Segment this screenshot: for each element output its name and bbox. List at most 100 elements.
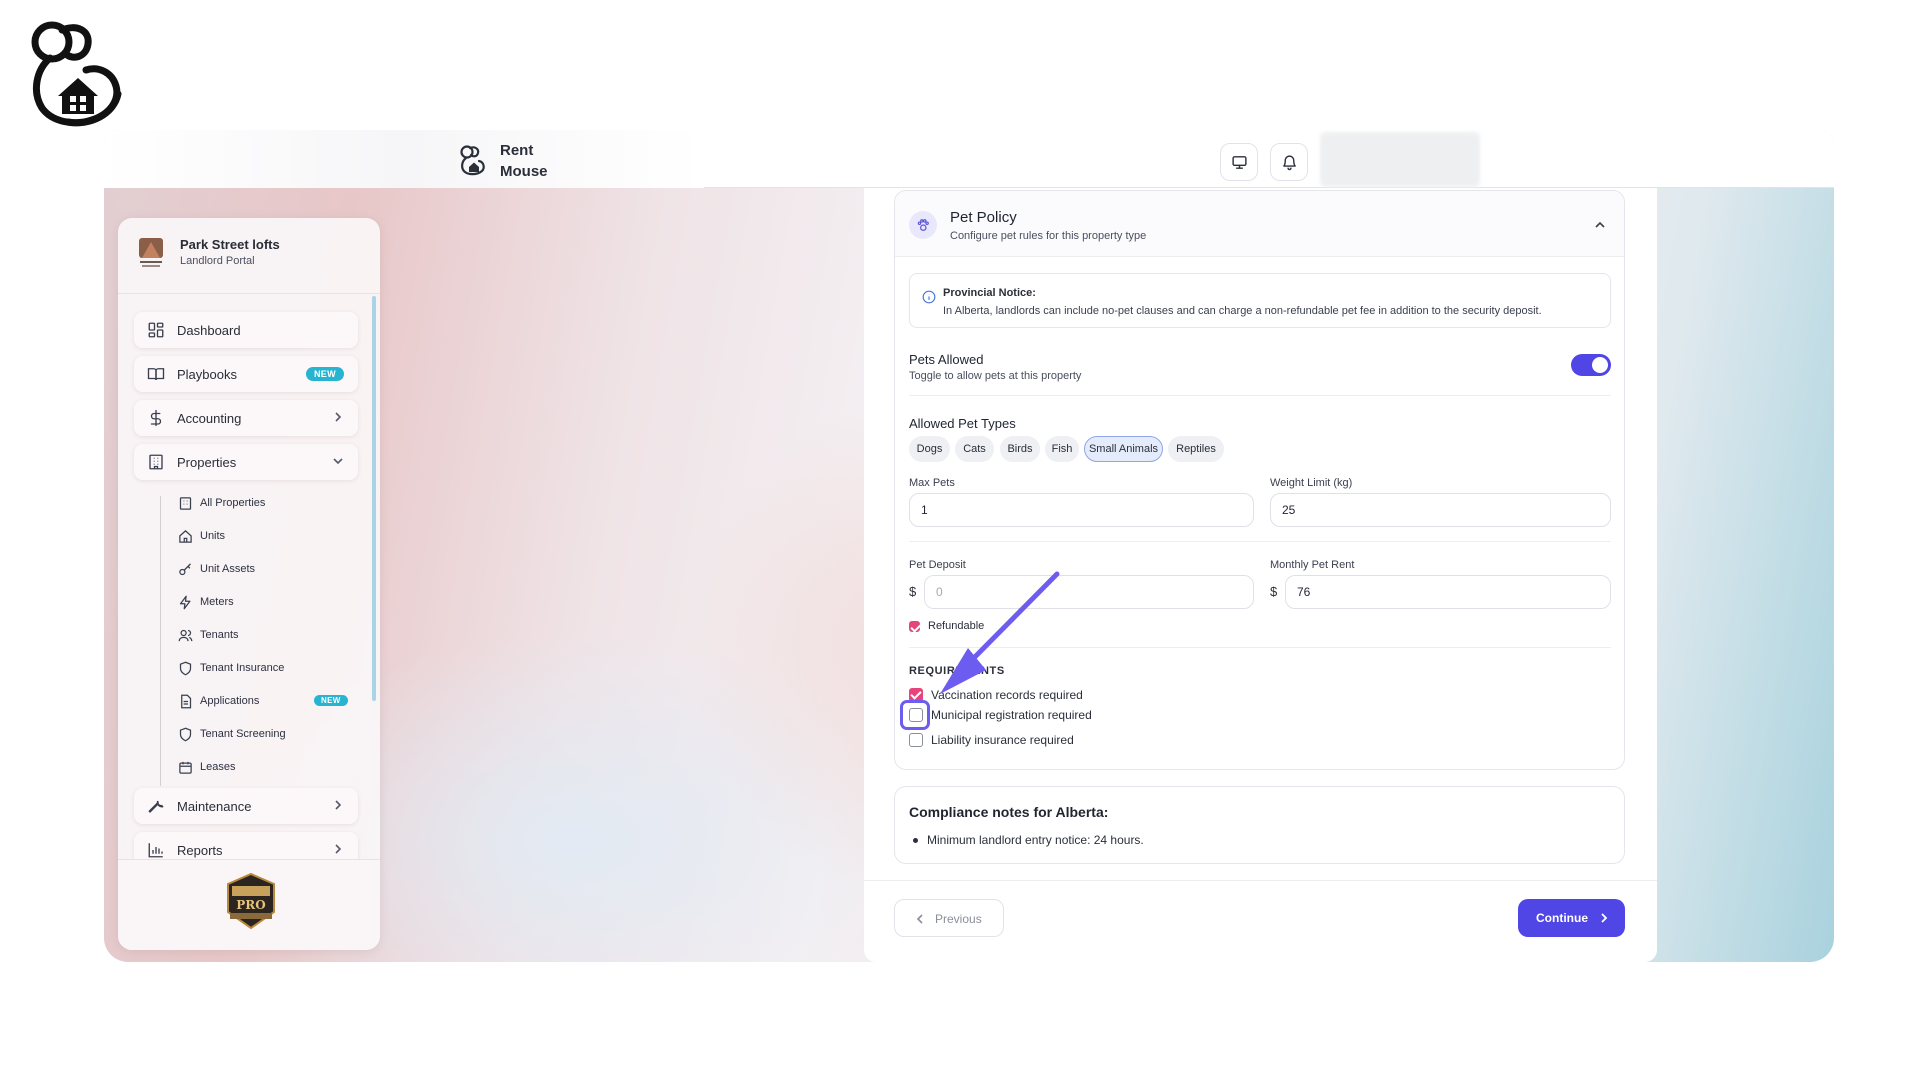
notifications-button[interactable] <box>1270 143 1308 181</box>
bell-icon <box>1282 154 1296 170</box>
sidebar-item-label: Playbooks <box>177 367 237 382</box>
rentmouse-header-logo-icon <box>460 145 485 176</box>
pet-policy-card: Pet Policy Configure pet rules for this … <box>894 190 1625 770</box>
sidebar: Park Street lofts Landlord Portal Dashbo… <box>118 218 380 950</box>
divider <box>909 647 1611 648</box>
sidebar-item-accounting[interactable]: Accounting <box>134 400 358 436</box>
home-icon <box>179 530 192 543</box>
pet-type-chip-dogs[interactable]: Dogs <box>909 436 950 462</box>
building-icon <box>149 454 163 470</box>
wrench-icon <box>148 800 164 813</box>
display-mode-button[interactable] <box>1220 143 1258 181</box>
app-name: Rent Mouse <box>500 142 548 180</box>
pet-deposit-label: Pet Deposit <box>909 559 966 571</box>
sidebar-item-label: Accounting <box>177 411 242 426</box>
notice-title: Provincial Notice: <box>943 287 1036 299</box>
divider <box>909 541 1611 542</box>
sidebar-item-label: Properties <box>177 455 237 470</box>
sidebar-subitem-label: Applications <box>200 695 260 707</box>
weight-limit-label: Weight Limit (kg) <box>1270 477 1353 489</box>
compliance-notes-card: Compliance notes for Alberta: Minimum la… <box>894 786 1625 864</box>
dollar-icon <box>150 409 162 427</box>
previous-button[interactable]: Previous <box>894 899 1004 937</box>
sidebar-footer: PRO <box>118 859 380 950</box>
pet-deposit-input[interactable]: 0 <box>924 575 1254 609</box>
currency-symbol: $ <box>909 584 917 599</box>
previous-label: Previous <box>935 912 982 926</box>
user-menu-blurred[interactable] <box>1320 132 1480 187</box>
sidebar-subitem-label: Tenant Insurance <box>200 662 285 674</box>
paw-icon <box>909 211 937 239</box>
sidebar-subitem-label: Leases <box>200 761 236 773</box>
refundable-label: Refundable <box>928 620 985 632</box>
sidebar-subitem-label: Units <box>200 530 226 542</box>
allowed-pet-types-label: Allowed Pet Types <box>909 416 1016 431</box>
sidebar-subitem-label: Tenants <box>200 629 239 641</box>
chevron-right-icon <box>335 844 342 854</box>
sidebar-subitem-label: Meters <box>200 596 234 608</box>
building-icon <box>179 497 192 510</box>
compliance-note: Minimum landlord entry notice: 24 hours. <box>927 833 1144 847</box>
document-icon <box>181 694 192 709</box>
new-badge: NEW <box>314 695 348 706</box>
sidebar-item-label: Reports <box>177 843 223 858</box>
pets-allowed-label: Pets Allowed <box>909 352 984 367</box>
chevron-left-icon <box>916 914 923 924</box>
sidebar-item-maintenance[interactable]: Maintenance <box>134 788 358 824</box>
sidebar-item-dashboard[interactable]: Dashboard <box>134 312 358 348</box>
annotation-highlight-box <box>900 700 930 730</box>
chevron-right-icon <box>335 800 342 810</box>
refundable-checkbox[interactable] <box>909 621 920 632</box>
divider <box>909 395 1611 396</box>
pet-type-chip-birds[interactable]: Birds <box>1000 436 1040 462</box>
users-icon <box>178 629 193 642</box>
vaccination-label: Vaccination records required <box>931 688 1083 702</box>
pet-type-chip-cats[interactable]: Cats <box>955 436 994 462</box>
pet-type-chip-small-animals[interactable]: Small Animals <box>1084 436 1163 462</box>
chevron-right-icon <box>1601 913 1608 923</box>
org-logo-icon <box>139 238 163 267</box>
provincial-notice: Provincial Notice: In Alberta, landlords… <box>909 273 1611 328</box>
max-pets-label: Max Pets <box>909 477 955 489</box>
shield-icon <box>179 727 192 742</box>
pets-allowed-description: Toggle to allow pets at this property <box>909 370 1082 382</box>
book-icon <box>147 368 165 381</box>
sidebar-item-playbooks[interactable]: Playbooks NEW <box>134 356 358 392</box>
sidebar-item-label: Maintenance <box>177 799 252 814</box>
org-header[interactable]: Park Street lofts Landlord Portal <box>118 218 380 294</box>
pet-policy-subtitle: Configure pet rules for this property ty… <box>950 230 1147 242</box>
pet-policy-header[interactable]: Pet Policy Configure pet rules for this … <box>895 191 1624 257</box>
top-bar: Rent Mouse <box>104 130 1834 188</box>
continue-label: Continue <box>1536 911 1588 925</box>
liability-insurance-label: Liability insurance required <box>931 733 1074 747</box>
svg-text:PRO: PRO <box>236 898 265 912</box>
chevron-up-icon[interactable] <box>1594 219 1606 231</box>
monitor-icon <box>1231 155 1247 169</box>
sidebar-scrollbar[interactable] <box>372 296 376 701</box>
key-icon <box>179 563 191 576</box>
pet-type-chip-fish[interactable]: Fish <box>1045 436 1079 462</box>
pets-allowed-toggle[interactable] <box>1571 354 1611 376</box>
chevron-right-icon <box>335 412 342 422</box>
sidebar-subitem-label: All Properties <box>200 497 266 509</box>
sidebar-item-properties[interactable]: Properties <box>134 444 358 480</box>
new-badge: NEW <box>306 367 344 381</box>
monthly-pet-rent-input[interactable]: 76 <box>1285 575 1611 609</box>
max-pets-input[interactable]: 1 <box>909 493 1254 527</box>
requirements-title: REQUIREMENTS <box>909 665 1005 677</box>
info-icon <box>922 290 936 304</box>
municipal-registration-label: Municipal registration required <box>931 708 1092 722</box>
org-subtitle: Landlord Portal <box>180 255 255 267</box>
sidebar-subitem-label: Tenant Screening <box>200 728 286 740</box>
bolt-icon <box>179 595 191 610</box>
continue-button[interactable]: Continue <box>1518 899 1625 937</box>
bullet <box>913 838 918 843</box>
main-panel: Pet Policy Configure pet rules for this … <box>864 188 1657 962</box>
monthly-pet-rent-label: Monthly Pet Rent <box>1270 559 1355 571</box>
org-name: Park Street lofts <box>180 237 280 252</box>
bar-chart-icon <box>148 843 163 858</box>
pet-type-chip-reptiles[interactable]: Reptiles <box>1168 436 1224 462</box>
pro-founding-member-badge-icon: PRO <box>227 872 275 930</box>
weight-limit-input[interactable]: 25 <box>1270 493 1611 527</box>
liability-insurance-checkbox[interactable] <box>909 733 923 747</box>
